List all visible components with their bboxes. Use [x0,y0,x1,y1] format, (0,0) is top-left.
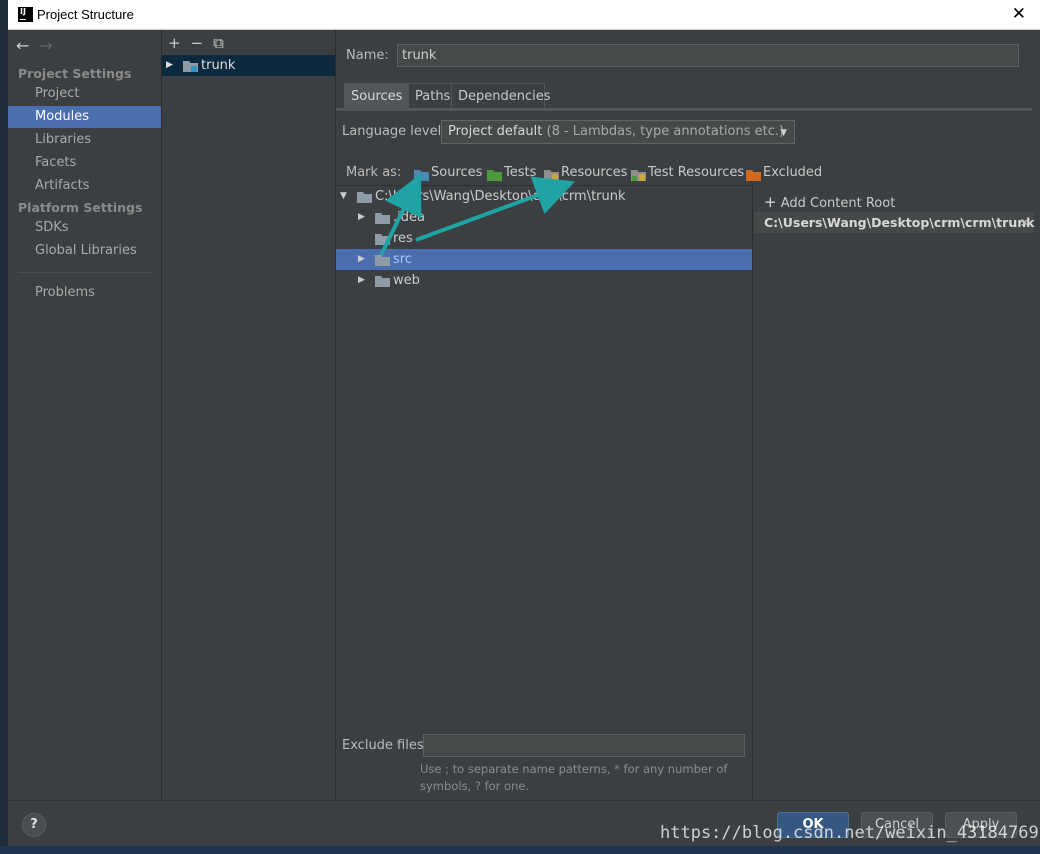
resources-folder-icon [544,170,559,181]
tree-row-root[interactable]: ▼ C:\Users\Wang\Desktop\crm\crm\trunk [336,186,752,207]
dropdown-caret-icon: ▼ [780,128,787,138]
window-title: Project Structure [37,7,134,22]
intellij-logo-icon: IJ [18,7,33,22]
copy-module-icon[interactable]: ⧉ [213,34,224,52]
watermark: https://blog.csdn.net/weixin_43184769 [660,823,1039,843]
add-module-icon[interactable]: + [168,34,181,52]
module-list-panel: + − ⧉ ▶ trunk [162,30,336,800]
close-window-button[interactable]: ✕ [1012,4,1026,24]
tree-row-res[interactable]: res [336,228,752,249]
plus-icon: + [764,193,777,211]
test-resources-folder-icon [631,170,646,181]
nav-item-sdks[interactable]: SDKs [8,217,161,239]
tree-row-idea[interactable]: ▶ .idea [336,207,752,228]
content-roots-panel: + Add Content Root C:\Users\Wang\Desktop… [754,185,1040,800]
module-row-trunk[interactable]: ▶ trunk [162,55,335,76]
forward-arrow-icon[interactable]: → [39,36,52,55]
nav-item-facets[interactable]: Facets [8,152,161,174]
hint-line-2: symbols, ? for one. [420,779,530,793]
expand-arrow-icon[interactable]: ▶ [358,207,365,228]
content-root-entry[interactable]: C:\Users\Wang\Desktop\crm\crm\trunk ✕ [754,212,1034,233]
desktop-taskbar-strip [0,846,1040,854]
folder-icon [375,276,390,287]
mark-tests-label: Tests [504,165,537,180]
name-label: Name: [346,48,389,63]
exclude-files-label: Exclude files: [342,738,429,753]
module-folder-icon [183,61,198,72]
nav-item-libraries[interactable]: Libraries [8,129,161,151]
module-name-input[interactable]: trunk [397,44,1019,67]
folder-icon [375,255,390,266]
remove-content-root-icon[interactable]: ✕ [1020,212,1030,233]
language-level-select[interactable]: Project default (8 - Lambdas, type annot… [441,120,795,144]
tree-row-web[interactable]: ▶ web [336,270,752,291]
tree-root-label: C:\Users\Wang\Desktop\crm\crm\trunk [375,189,626,204]
hint-line-1: Use ; to separate name patterns, * for a… [420,762,728,776]
tab-paths[interactable]: Paths [409,83,452,109]
folder-icon [375,213,390,224]
nav-item-global-libraries[interactable]: Global Libraries [8,240,161,262]
expand-arrow-icon[interactable]: ▶ [358,249,365,270]
folder-icon [375,234,390,245]
mark-test-resources-label: Test Resources [648,165,745,180]
language-level-label: Language level: [342,124,446,139]
content-root-path: C:\Users\Wang\Desktop\crm\crm\trunk [764,215,1035,230]
tree-item-label: res [393,231,413,246]
back-arrow-icon[interactable]: ← [16,36,29,55]
tree-item-label: .idea [393,210,425,225]
tree-row-src[interactable]: ▶ src [336,249,752,270]
mark-sources-label: Sources [431,165,483,180]
nav-item-modules[interactable]: Modules [8,106,161,128]
tab-sources[interactable]: Sources [344,83,409,109]
project-settings-heading: Project Settings [18,66,132,81]
sources-folder-icon [414,170,429,181]
settings-nav: ← → Project Settings Project Modules Libr… [8,30,162,800]
exclude-files-hint: Use ; to separate name patterns, * for a… [420,761,750,795]
exclude-files-input[interactable] [423,734,745,757]
mark-excluded-label: Excluded [763,165,823,180]
mark-as-label: Mark as: [346,165,402,180]
remove-module-icon[interactable]: − [191,34,204,52]
module-settings-panel: Name: trunk Sources Paths Dependencies L… [336,30,1040,800]
nav-history: ← → [16,36,53,55]
tab-dependencies[interactable]: Dependencies [452,83,551,109]
folder-icon [357,192,372,203]
add-content-root-label: Add Content Root [780,196,896,211]
window-titlebar: IJ Project Structure ✕ [8,0,1040,30]
expand-arrow-icon[interactable]: ▶ [166,55,173,76]
source-folders-tree: ▼ C:\Users\Wang\Desktop\crm\crm\trunk ▶ … [336,185,753,800]
tree-item-label: web [393,273,420,288]
excluded-folder-icon [746,170,761,181]
language-level-value: Project default [448,124,543,139]
tab-underline [336,108,1032,111]
help-button[interactable]: ? [22,813,46,837]
module-label: trunk [201,58,236,73]
nav-divider [18,272,153,273]
expand-arrow-icon[interactable]: ▶ [358,270,365,291]
nav-item-problems[interactable]: Problems [8,282,161,304]
nav-item-project[interactable]: Project [8,83,161,105]
nav-item-artifacts[interactable]: Artifacts [8,175,161,197]
module-toolbar: + − ⧉ [168,34,234,52]
add-content-root-button[interactable]: + Add Content Root [764,193,895,211]
collapse-arrow-icon[interactable]: ▼ [340,186,347,207]
tree-item-label: src [393,252,412,267]
tests-folder-icon [487,170,502,181]
mark-resources-label: Resources [561,165,628,180]
desktop-background [0,0,8,854]
platform-settings-heading: Platform Settings [18,200,143,215]
language-level-detail: (8 - Lambdas, type annotations etc.) [546,124,785,139]
